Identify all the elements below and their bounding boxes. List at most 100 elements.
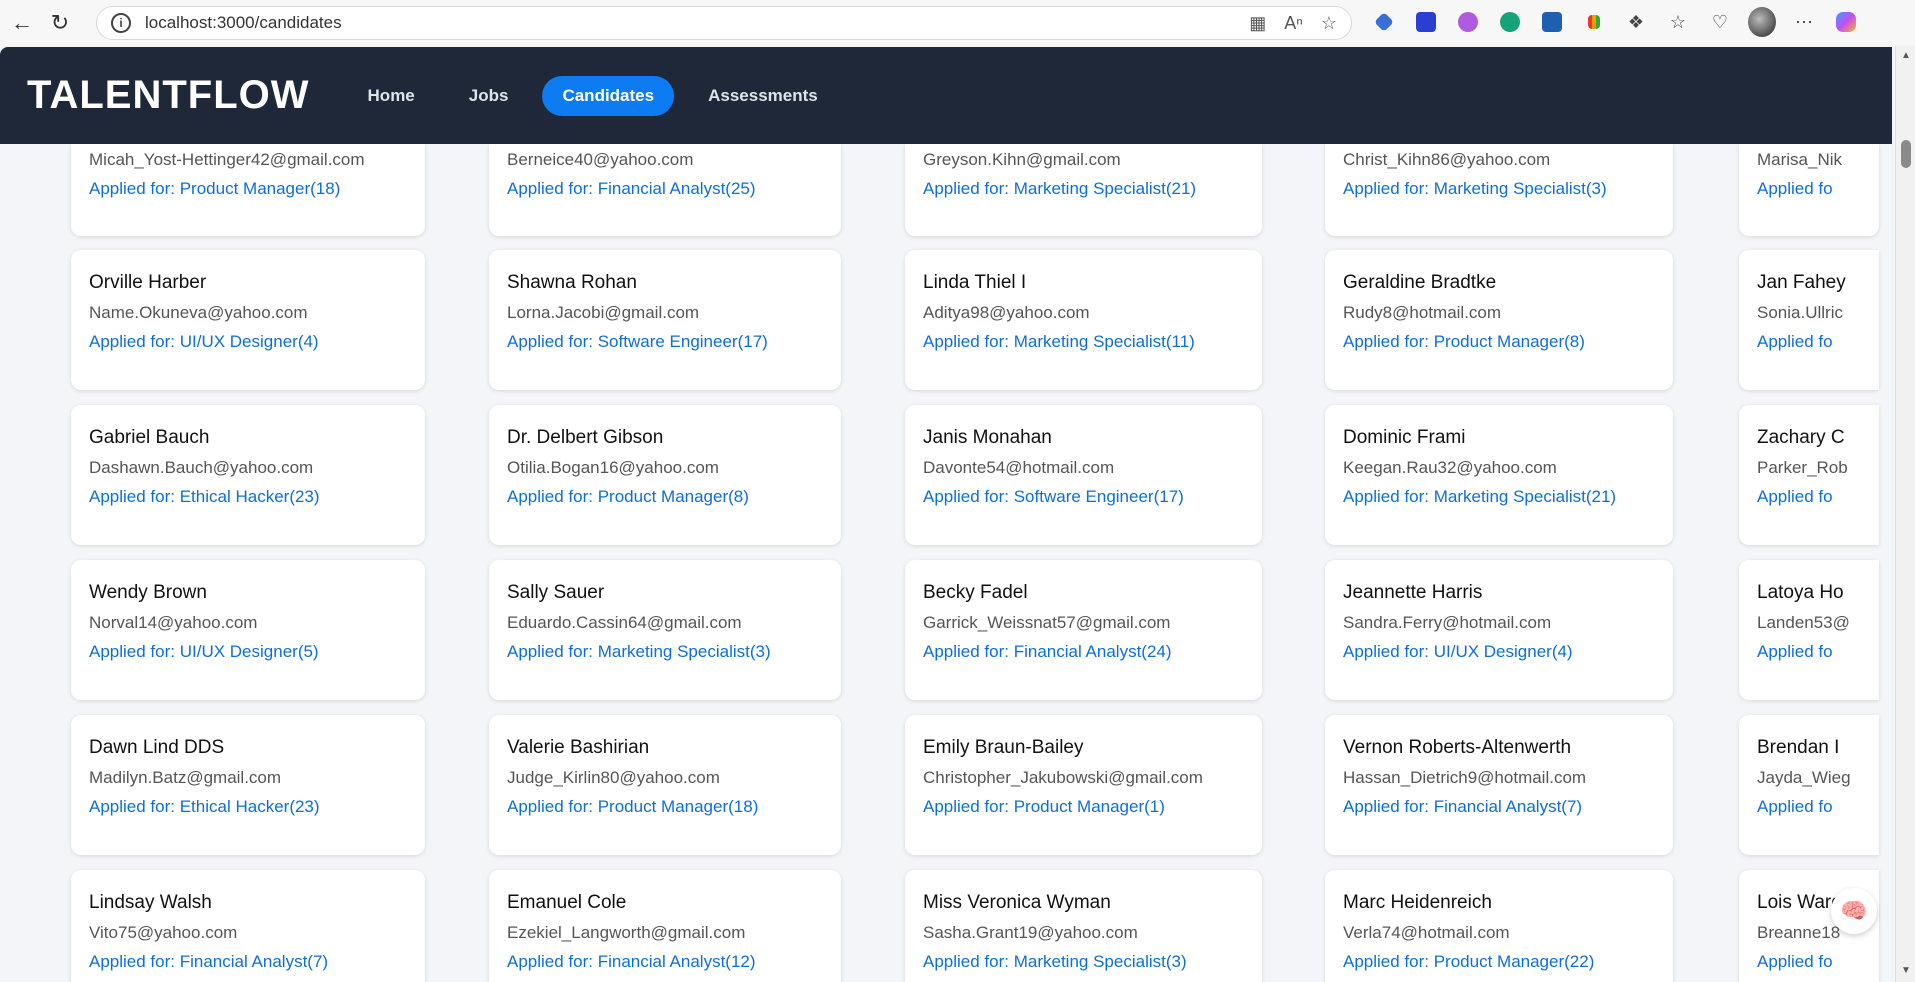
candidate-card[interactable]: Jeannette Harris Sandra.Ferry@hotmail.com… <box>1325 560 1673 700</box>
candidate-card[interactable]: Sally Sauer Eduardo.Cassin64@gmail.com App… <box>489 560 841 700</box>
copilot-icon[interactable] <box>1832 8 1860 36</box>
back-icon[interactable]: ← <box>6 7 38 39</box>
health-icon[interactable]: ♡ <box>1706 8 1734 36</box>
extensions-puzzle-icon[interactable]: ❖ <box>1622 8 1650 36</box>
app-available-icon[interactable]: ▦ <box>1249 13 1266 34</box>
candidate-applied-job[interactable]: Applied for: Product Manager(22) <box>1343 952 1594 972</box>
candidate-card[interactable]: Berneice40@yahoo.com Applied for: Financi… <box>489 144 841 236</box>
favorites-icon[interactable]: ☆ <box>1664 8 1692 36</box>
candidate-name: Geraldine Bradtke <box>1343 272 1497 293</box>
candidate-applied-job[interactable]: Applied fo <box>1757 642 1833 662</box>
candidate-applied-job[interactable]: Applied for: Marketing Specialist(3) <box>923 952 1187 972</box>
extension-shield-icon[interactable] <box>1370 8 1398 36</box>
candidate-card[interactable]: Linda Thiel I Aditya98@yahoo.com Applied f… <box>905 250 1262 390</box>
candidate-card[interactable]: Zachary C Parker_Rob Applied fo <box>1739 405 1879 545</box>
candidate-card[interactable]: Marisa_Nik Applied fo <box>1739 144 1879 236</box>
candidate-card[interactable]: Lindsay Walsh Vito75@yahoo.com Applied for… <box>71 870 425 982</box>
candidate-applied-job[interactable]: Applied for: Marketing Specialist(3) <box>507 642 771 662</box>
candidate-applied-job[interactable]: Applied for: Marketing Specialist(21) <box>1343 487 1616 507</box>
candidate-card[interactable]: Dominic Frami Keegan.Rau32@yahoo.com Appli… <box>1325 405 1673 545</box>
more-menu-icon[interactable]: ⋯ <box>1790 8 1818 36</box>
candidate-card[interactable]: Janis Monahan Davonte54@hotmail.com Applie… <box>905 405 1262 545</box>
candidate-card[interactable]: Geraldine Bradtke Rudy8@hotmail.com Applie… <box>1325 250 1673 390</box>
candidate-name: Dr. Delbert Gibson <box>507 427 664 448</box>
candidate-applied-job[interactable]: Applied for: Marketing Specialist(3) <box>1343 179 1607 199</box>
candidate-card[interactable]: Orville Harber Name.Okuneva@yahoo.com Appl… <box>71 250 425 390</box>
profile-avatar[interactable] <box>1748 7 1776 37</box>
candidate-card[interactable]: Miss Veronica Wyman Sasha.Grant19@yahoo.c… <box>905 870 1262 982</box>
candidate-applied-job[interactable]: Applied for: Software Engineer(17) <box>923 487 1184 507</box>
candidate-applied-job[interactable]: Applied for: Financial Analyst(25) <box>507 179 756 199</box>
candidate-name: Lindsay Walsh <box>89 892 212 913</box>
candidate-applied-job[interactable]: Applied for: Financial Analyst(7) <box>1343 797 1582 817</box>
candidate-applied-job[interactable]: Applied for: UI/UX Designer(4) <box>1343 642 1573 662</box>
candidate-applied-job[interactable]: Applied for: Marketing Specialist(21) <box>923 179 1196 199</box>
nav-candidates[interactable]: Candidates <box>542 75 675 116</box>
candidate-applied-job[interactable]: Applied for: UI/UX Designer(5) <box>89 642 319 662</box>
candidate-email: Name.Okuneva@yahoo.com <box>89 303 308 322</box>
candidate-card[interactable]: Gabriel Bauch Dashawn.Bauch@yahoo.com Appl… <box>71 405 425 545</box>
candidate-applied-job[interactable]: Applied for: Software Engineer(17) <box>507 332 768 352</box>
site-info-icon[interactable]: i <box>111 13 131 33</box>
candidate-card[interactable]: Dr. Delbert Gibson Otilia.Bogan16@yahoo.c… <box>489 405 841 545</box>
candidate-card[interactable]: Brendan I Jayda_Wieg Applied fo <box>1739 715 1879 855</box>
browser-toolbar: ← ↻ i localhost:3000/candidates ▦ Aⁿ ☆ ❖… <box>0 0 1915 46</box>
candidate-applied-job[interactable]: Applied for: Product Manager(8) <box>507 487 749 507</box>
candidate-applied-job[interactable]: Applied for: Financial Analyst(7) <box>89 952 328 972</box>
candidate-applied-job[interactable]: Applied fo <box>1757 332 1833 352</box>
extension-brain-icon[interactable] <box>1454 8 1482 36</box>
candidate-applied-job[interactable]: Applied for: UI/UX Designer(4) <box>89 332 319 352</box>
candidate-applied-job[interactable]: Applied for: Marketing Specialist(11) <box>923 332 1195 352</box>
candidate-card[interactable]: Dawn Lind DDS Madilyn.Batz@gmail.com Appli… <box>71 715 425 855</box>
brand-logo[interactable]: TALENTFLOW <box>27 73 310 118</box>
candidate-card[interactable]: Greyson.Kihn@gmail.com Applied for: Marke… <box>905 144 1262 236</box>
candidate-card[interactable]: Latoya Ho Landen53@ Applied fo <box>1739 560 1879 700</box>
candidate-email: Rudy8@hotmail.com <box>1343 303 1502 322</box>
address-bar[interactable]: i localhost:3000/candidates ▦ Aⁿ ☆ <box>96 6 1352 40</box>
extension-play-icon[interactable] <box>1412 8 1440 36</box>
candidate-applied-job[interactable]: Applied fo <box>1757 797 1833 817</box>
candidate-applied-job[interactable]: Applied for: Product Manager(18) <box>89 179 340 199</box>
scroll-thumb[interactable] <box>1901 140 1911 168</box>
candidate-card[interactable]: Becky Fadel Garrick_Weissnat57@gmail.com A… <box>905 560 1262 700</box>
candidate-name: Miss Veronica Wyman <box>923 892 1111 913</box>
read-aloud-icon[interactable]: Aⁿ <box>1284 13 1303 34</box>
extension-doc-icon[interactable] <box>1538 8 1566 36</box>
scroll-down-arrow[interactable]: ▼ <box>1901 965 1911 976</box>
candidate-card[interactable]: Emanuel Cole Ezekiel_Langworth@gmail.com A… <box>489 870 841 982</box>
scroll-up-arrow[interactable]: ▲ <box>1901 50 1911 61</box>
candidate-name: Wendy Brown <box>89 582 207 603</box>
reload-icon[interactable]: ↻ <box>44 7 76 39</box>
candidate-applied-job[interactable]: Applied for: Ethical Hacker(23) <box>89 797 320 817</box>
assistant-brain-icon[interactable]: 🧠 <box>1831 888 1877 934</box>
extension-chart-icon[interactable] <box>1580 8 1608 36</box>
favorite-star-icon[interactable]: ☆ <box>1321 13 1337 34</box>
candidate-card[interactable]: Valerie Bashirian Judge_Kirlin80@yahoo.co… <box>489 715 841 855</box>
candidate-applied-job[interactable]: Applied for: Financial Analyst(12) <box>507 952 756 972</box>
candidate-card[interactable]: Vernon Roberts-Altenwerth Hassan_Dietrich… <box>1325 715 1673 855</box>
page-scrollbar[interactable]: ▲ ▼ <box>1895 46 1915 982</box>
nav-home[interactable]: Home <box>348 76 435 116</box>
candidate-applied-job[interactable]: Applied fo <box>1757 487 1833 507</box>
candidate-card[interactable]: Jan Fahey Sonia.Ullric Applied fo <box>1739 250 1879 390</box>
candidate-card[interactable]: Christ_Kihn86@yahoo.com Applied for: Mark… <box>1325 144 1673 236</box>
candidate-applied-job[interactable]: Applied fo <box>1757 952 1833 972</box>
candidate-email: Marisa_Nik <box>1757 150 1843 169</box>
candidate-email: Keegan.Rau32@yahoo.com <box>1343 458 1557 477</box>
candidate-name: Janis Monahan <box>923 427 1052 448</box>
nav-jobs[interactable]: Jobs <box>449 76 529 116</box>
candidate-card[interactable]: Shawna Rohan Lorna.Jacobi@gmail.com Applie… <box>489 250 841 390</box>
candidate-applied-job[interactable]: Applied for: Product Manager(18) <box>507 797 758 817</box>
nav-assessments[interactable]: Assessments <box>688 76 838 116</box>
candidate-applied-job[interactable]: Applied for: Ethical Hacker(23) <box>89 487 320 507</box>
extension-plus-icon[interactable] <box>1496 8 1524 36</box>
candidate-applied-job[interactable]: Applied for: Financial Analyst(24) <box>923 642 1172 662</box>
candidate-card[interactable]: Wendy Brown Norval14@yahoo.com Applied for… <box>71 560 425 700</box>
candidate-email: Sonia.Ullric <box>1757 303 1843 322</box>
candidate-applied-job[interactable]: Applied fo <box>1757 179 1833 199</box>
candidate-card[interactable]: Micah_Yost-Hettinger42@gmail.com Applied … <box>71 144 425 236</box>
candidate-applied-job[interactable]: Applied for: Product Manager(8) <box>1343 332 1585 352</box>
candidate-applied-job[interactable]: Applied for: Product Manager(1) <box>923 797 1165 817</box>
candidate-card[interactable]: Marc Heidenreich Verla74@hotmail.com Appli… <box>1325 870 1673 982</box>
candidate-card[interactable]: Emily Braun-Bailey Christopher_Jakubowski… <box>905 715 1262 855</box>
